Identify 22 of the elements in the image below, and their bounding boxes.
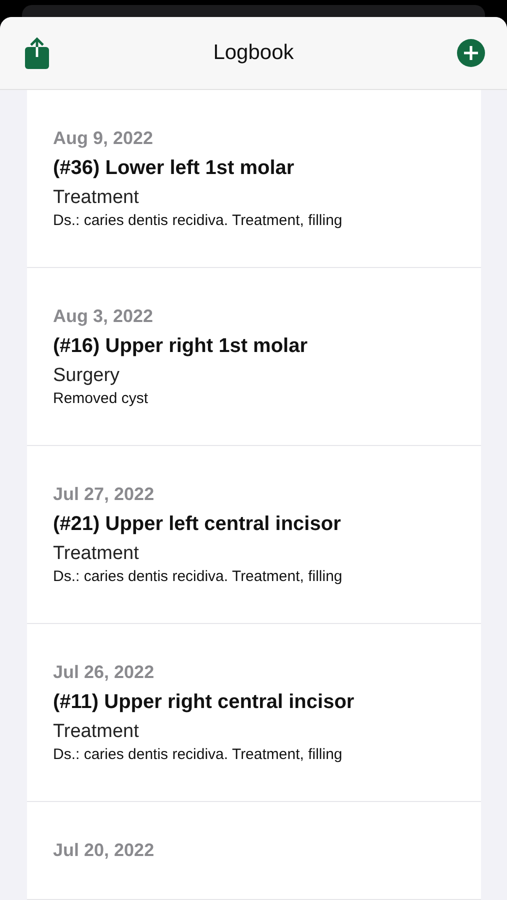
entry-title[interactable]: (#16) Upper right 1st molar (53, 335, 308, 358)
share-button[interactable] (24, 36, 50, 70)
entry-category: Treatment (53, 187, 139, 209)
entry-note: Removed cyst (53, 390, 148, 407)
entry-date: Aug 3, 2022 (53, 306, 154, 327)
entry-title[interactable]: (#36) Lower left 1st molar (53, 157, 294, 180)
entry-date: Jul 26, 2022 (53, 662, 154, 683)
entry-date: Jul 27, 2022 (53, 484, 154, 505)
entry-note: Ds.: caries dentis recidiva. Treatment, filling (53, 746, 342, 763)
entry-title[interactable]: (#11) Upper right central incisor (53, 691, 354, 714)
window-title: Logbook (213, 41, 294, 65)
entry-note: Ds.: caries dentis recidiva. Treatment, filling (53, 568, 342, 585)
add-button[interactable] (456, 39, 485, 67)
share-icon (24, 36, 50, 70)
entry-note: Ds.: caries dentis recidiva. Treatment, filling (53, 212, 342, 229)
entry-category: Surgery (53, 365, 120, 387)
entry-title[interactable]: (#21) Upper left central incisor (53, 513, 341, 536)
entry-date: Jul 20, 2022 (53, 840, 154, 861)
add-icon (456, 39, 485, 67)
entry-date: Aug 9, 2022 (53, 128, 154, 149)
entry-category: Treatment (53, 543, 139, 565)
entry-category: Treatment (53, 721, 139, 743)
